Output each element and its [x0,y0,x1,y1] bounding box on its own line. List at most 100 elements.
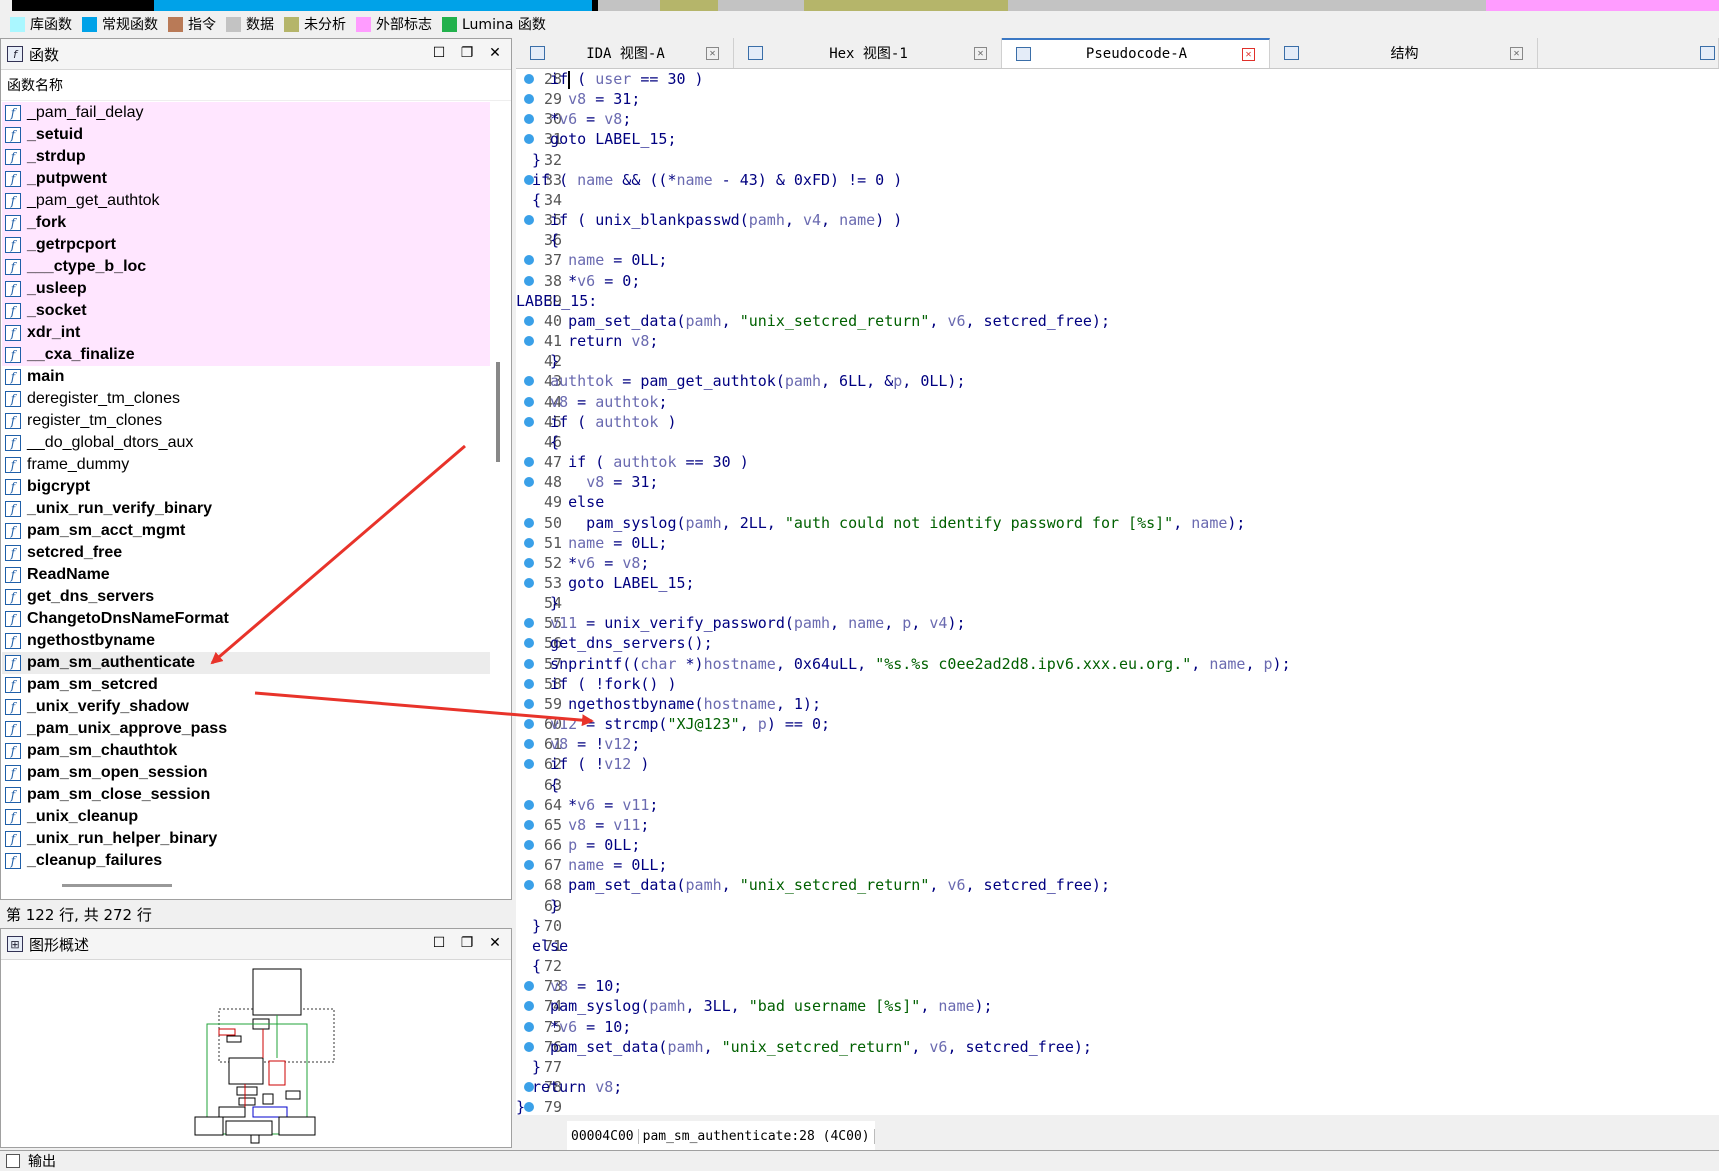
code-line[interactable]: 38 *v6 = 0; [516,271,1719,291]
function-list-item[interactable]: f pam_sm_chauthtok [2,740,490,762]
function-list-item[interactable]: f ChangetoDnsNameFormat [2,608,490,630]
code-line[interactable]: 34{ [516,190,1719,210]
code-line[interactable]: 30 *v6 = v8; [516,109,1719,129]
horizontal-scrollbar[interactable] [62,884,172,887]
graph-overview-canvas[interactable] [1,961,511,1146]
code-line[interactable]: 32} [516,150,1719,170]
function-list-item[interactable]: f __cxa_finalize [2,344,490,366]
function-list-item[interactable]: f _socket [2,300,490,322]
close-tab-icon[interactable]: ✕ [706,46,719,60]
tab-overflow[interactable] [1538,38,1719,68]
code-line[interactable]: 36 { [516,230,1719,250]
code-line[interactable]: 74 pam_syslog(pamh, 3LL, "bad username [… [516,996,1719,1016]
function-list-item[interactable]: f xdr_int [2,322,490,344]
code-line[interactable]: 77} [516,1057,1719,1077]
code-line[interactable]: 79} [516,1097,1719,1117]
code-line[interactable]: 78 return v8; [516,1077,1719,1097]
code-line[interactable]: 76 pam_set_data(pamh, "unix_setcred_retu… [516,1037,1719,1057]
tab-hex-1[interactable]: Hex 视图-1 ✕ [734,38,1002,68]
function-list[interactable]: f _pam_fail_delay f _setuid f _strdup f _putpwe… [2,102,490,872]
functions-panel-titlebar[interactable]: f 函数 ☐ ❐ ✕ [1,39,511,70]
function-list-item[interactable]: f bigcrypt [2,476,490,498]
function-list-item[interactable]: f _usleep [2,278,490,300]
code-line[interactable]: 75 *v6 = 10; [516,1017,1719,1037]
function-list-item[interactable]: f _putpwent [2,168,490,190]
code-line[interactable]: 28 if ( user == 30 ) [516,69,1719,89]
code-line[interactable]: 46 { [516,432,1719,452]
code-line[interactable]: 55 v11 = unix_verify_password(pamh, name… [516,613,1719,633]
code-line[interactable]: 35 if ( unix_blankpasswd(pamh, v4, name)… [516,210,1719,230]
pseudocode-view[interactable]: 28 if ( user == 30 ) 29 v8 = 31; 30 *v6 = … [516,69,1719,1117]
code-line[interactable]: 57 snprintf((char *)hostname, 0x64uLL, "… [516,654,1719,674]
function-list-item[interactable]: f ___ctype_b_loc [2,256,490,278]
code-line[interactable]: 59 ngethostbyname(hostname, 1); [516,694,1719,714]
close-tab-icon[interactable]: ✕ [974,46,987,60]
function-list-item[interactable]: f pam_sm_setcred [2,674,490,696]
function-list-item[interactable]: f register_tm_clones [2,410,490,432]
tab-pseudocode-a[interactable]: Pseudocode-A ✕ [1002,38,1270,68]
code-line[interactable]: 40 pam_set_data(pamh, "unix_setcred_retu… [516,311,1719,331]
function-list-item[interactable]: f _pam_unix_approve_pass [2,718,490,740]
column-header-function-name[interactable]: 函数名称 [1,70,511,101]
function-list-item[interactable]: f frame_dummy [2,454,490,476]
code-line[interactable]: 68 pam_set_data(pamh, "unix_setcred_retu… [516,875,1719,895]
function-list-item[interactable]: f ngethostbyname [2,630,490,652]
code-line[interactable]: 37 name = 0LL; [516,250,1719,270]
code-line[interactable]: 62 if ( !v12 ) [516,754,1719,774]
function-list-item[interactable]: f __do_global_dtors_aux [2,432,490,454]
tab-[interactable]: 结构 ✕ [1270,38,1538,68]
code-line[interactable]: 49 else [516,492,1719,512]
function-list-item[interactable]: f setcred_free [2,542,490,564]
breakpoint-dot-icon[interactable] [524,1102,534,1113]
float-window-icon[interactable]: ❐ [459,45,475,61]
code-line[interactable]: 64 *v6 = v11; [516,795,1719,815]
code-line[interactable]: 60 v12 = strcmp("XJ@123", p) == 0; [516,714,1719,734]
vertical-scrollbar[interactable] [496,362,500,462]
function-list-item[interactable]: f _unix_cleanup [2,806,490,828]
code-line[interactable]: 39 LABEL_15: [516,291,1719,311]
code-line[interactable]: 42 } [516,351,1719,371]
code-line[interactable]: 43 authtok = pam_get_authtok(pamh, 6LL, … [516,371,1719,391]
code-line[interactable]: 33 if ( name && ((*name - 43) & 0xFD) != … [516,170,1719,190]
code-line[interactable]: 63 { [516,775,1719,795]
code-line[interactable]: 65 v8 = v11; [516,815,1719,835]
function-list-item[interactable]: f _setuid [2,124,490,146]
function-list-item[interactable]: f pam_sm_close_session [2,784,490,806]
maximize-icon[interactable]: ☐ [431,45,447,61]
code-line[interactable]: 73 v8 = 10; [516,976,1719,996]
code-line[interactable]: 44 v8 = authtok; [516,392,1719,412]
function-list-item[interactable]: f _strdup [2,146,490,168]
code-line[interactable]: 29 v8 = 31; [516,89,1719,109]
function-list-item[interactable]: f pam_sm_open_session [2,762,490,784]
code-line[interactable]: 72{ [516,956,1719,976]
function-list-item[interactable]: f _cleanup_failures [2,850,490,872]
function-list-item[interactable]: f main [2,366,490,388]
function-list-item[interactable]: f _getrpcport [2,234,490,256]
code-line[interactable]: 69 } [516,896,1719,916]
code-line[interactable]: 50 pam_syslog(pamh, 2LL, "auth could not… [516,513,1719,533]
code-line[interactable]: 66 p = 0LL; [516,835,1719,855]
code-line[interactable]: 71 else [516,936,1719,956]
float-window-icon[interactable]: ❐ [459,935,475,951]
maximize-icon[interactable]: ☐ [431,935,447,951]
code-line[interactable]: 51 name = 0LL; [516,533,1719,553]
function-list-item[interactable]: f ReadName [2,564,490,586]
close-tab-icon[interactable]: ✕ [1510,46,1523,60]
code-line[interactable]: 67 name = 0LL; [516,855,1719,875]
code-line[interactable]: 70} [516,916,1719,936]
navigation-band[interactable] [0,0,1719,11]
function-list-item[interactable]: f _unix_verify_shadow [2,696,490,718]
function-list-item[interactable]: f _pam_fail_delay [2,102,490,124]
code-line[interactable]: 52 *v6 = v8; [516,553,1719,573]
code-line[interactable]: 61 v8 = !v12; [516,734,1719,754]
function-list-item[interactable]: f deregister_tm_clones [2,388,490,410]
function-list-item[interactable]: f _fork [2,212,490,234]
close-icon[interactable]: ✕ [487,45,503,61]
function-list-item[interactable]: f pam_sm_acct_mgmt [2,520,490,542]
function-list-item[interactable]: f _unix_run_helper_binary [2,828,490,850]
tab-ida-a[interactable]: IDA 视图-A ✕ [516,38,734,68]
function-list-item[interactable]: f pam_sm_authenticate [2,652,490,674]
output-panel[interactable]: 输出 [0,1150,1719,1170]
graph-panel-titlebar[interactable]: ⊞ 图形概述 ☐ ❐ ✕ [1,929,511,960]
code-line[interactable]: 45 if ( authtok ) [516,412,1719,432]
